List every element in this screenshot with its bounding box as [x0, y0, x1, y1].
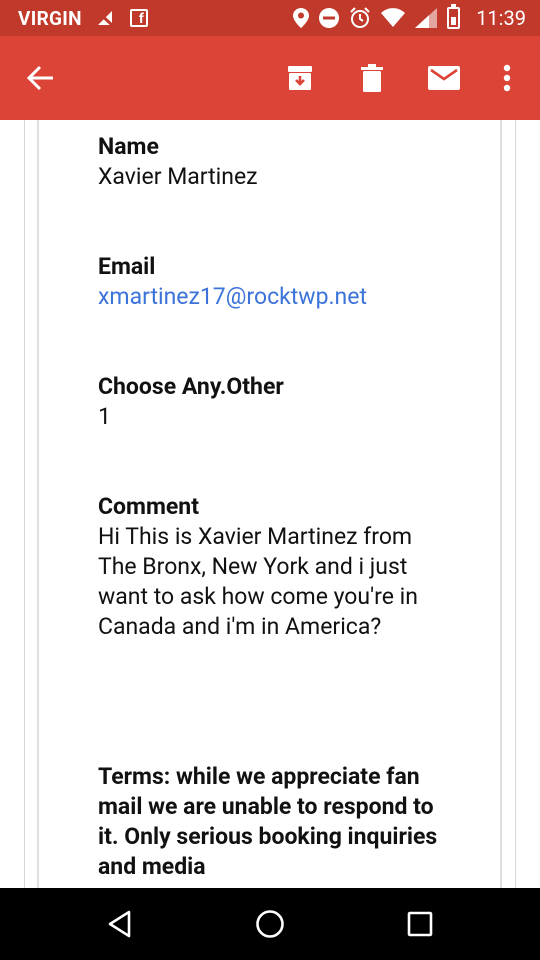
archive-icon[interactable] [280, 36, 320, 120]
email-body[interactable]: Name Xavier Martinez Email xmartinez17@r… [0, 120, 540, 888]
delete-icon[interactable] [352, 36, 392, 120]
battery-charging-icon [447, 4, 461, 29]
recents-square-icon[interactable] [390, 888, 450, 960]
home-circle-icon[interactable] [240, 888, 300, 960]
back-arrow-icon[interactable] [20, 36, 62, 120]
field-label: Email [98, 253, 156, 280]
choose-any-field: Choose Any.Other 1 [98, 372, 458, 432]
frame-border [37, 120, 39, 888]
terms-text: Terms: while we appreciate fan mail we a… [98, 763, 438, 880]
field-value: Hi This is Xavier Martinez from The Bron… [98, 523, 418, 640]
field-label: Name [98, 133, 159, 160]
app-bar [0, 36, 540, 120]
frame-border [515, 120, 516, 888]
wifi-icon [381, 8, 406, 28]
alarm-icon [349, 7, 371, 29]
name-field: Name Xavier Martinez [98, 132, 458, 192]
cell-signal-icon [415, 8, 438, 28]
back-triangle-icon[interactable] [90, 888, 150, 960]
frame-border [24, 120, 25, 888]
more-vert-icon[interactable] [494, 36, 520, 120]
field-value: Xavier Martinez [98, 163, 258, 190]
email-link[interactable]: xmartinez17@rocktwp.net [98, 282, 458, 312]
field-label: Comment [98, 493, 199, 520]
mark-unread-icon[interactable] [424, 36, 464, 120]
field-value: 1 [98, 403, 111, 430]
field-label: Choose Any.Other [98, 373, 284, 400]
location-icon [293, 8, 310, 28]
comment-field: Comment Hi This is Xavier Martinez from … [98, 492, 448, 642]
clock-time: 11:39 [476, 6, 526, 30]
email-field: Email xmartinez17@rocktwp.net [98, 252, 458, 312]
status-bar: VIRGIN f 11:39 [0, 0, 540, 36]
navigation-bar [0, 888, 540, 960]
carrier-name: VIRGIN [18, 6, 82, 30]
facebook-icon: f [129, 9, 148, 27]
frame-border [500, 120, 502, 888]
signal-off-icon [95, 9, 116, 27]
do-not-disturb-icon [319, 8, 340, 28]
